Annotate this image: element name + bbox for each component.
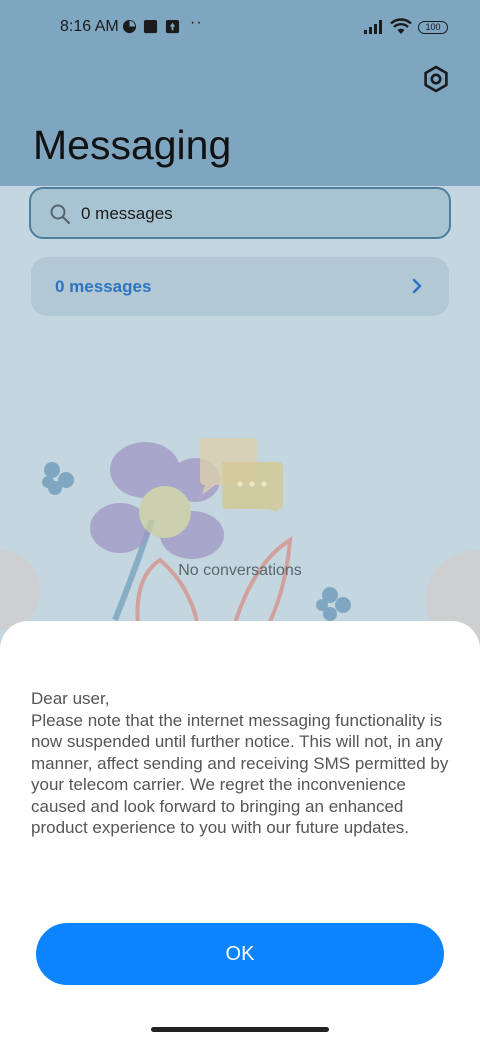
ok-button[interactable]: OK [36,923,444,985]
status-time: 8:16 AM [60,18,119,35]
search-value: 0 messages [81,204,173,223]
messages-card-label: 0 messages [55,277,152,296]
notice-message: Dear user, Please note that the internet… [31,689,449,837]
battery-icon: 100 [418,21,448,34]
empty-state-illustration [0,438,480,640]
search-icon [50,204,71,225]
empty-state-text: No conversations [178,562,302,579]
messages-card[interactable]: 0 messages [31,257,449,316]
wifi-icon [390,18,412,34]
home-indicator[interactable] [151,1027,329,1032]
gear-icon[interactable] [421,64,451,94]
more-notifications-icon: ·· [190,14,203,31]
messaging-app: 8:16 AM ·· 100 Messaging 0 messages 0 me… [0,0,480,1040]
notice-dialog: Dear user, Please note that the internet… [0,621,480,1040]
upload-notification-icon [165,19,180,34]
status-bar: 8:16 AM ·· 100 [0,0,480,56]
chevron-right-icon [412,278,422,294]
app-notification-icon [122,19,137,34]
search-input[interactable]: 0 messages [29,187,451,239]
signal-icon [364,20,382,34]
square-notification-icon [143,19,158,34]
page-title: Messaging [33,122,232,168]
